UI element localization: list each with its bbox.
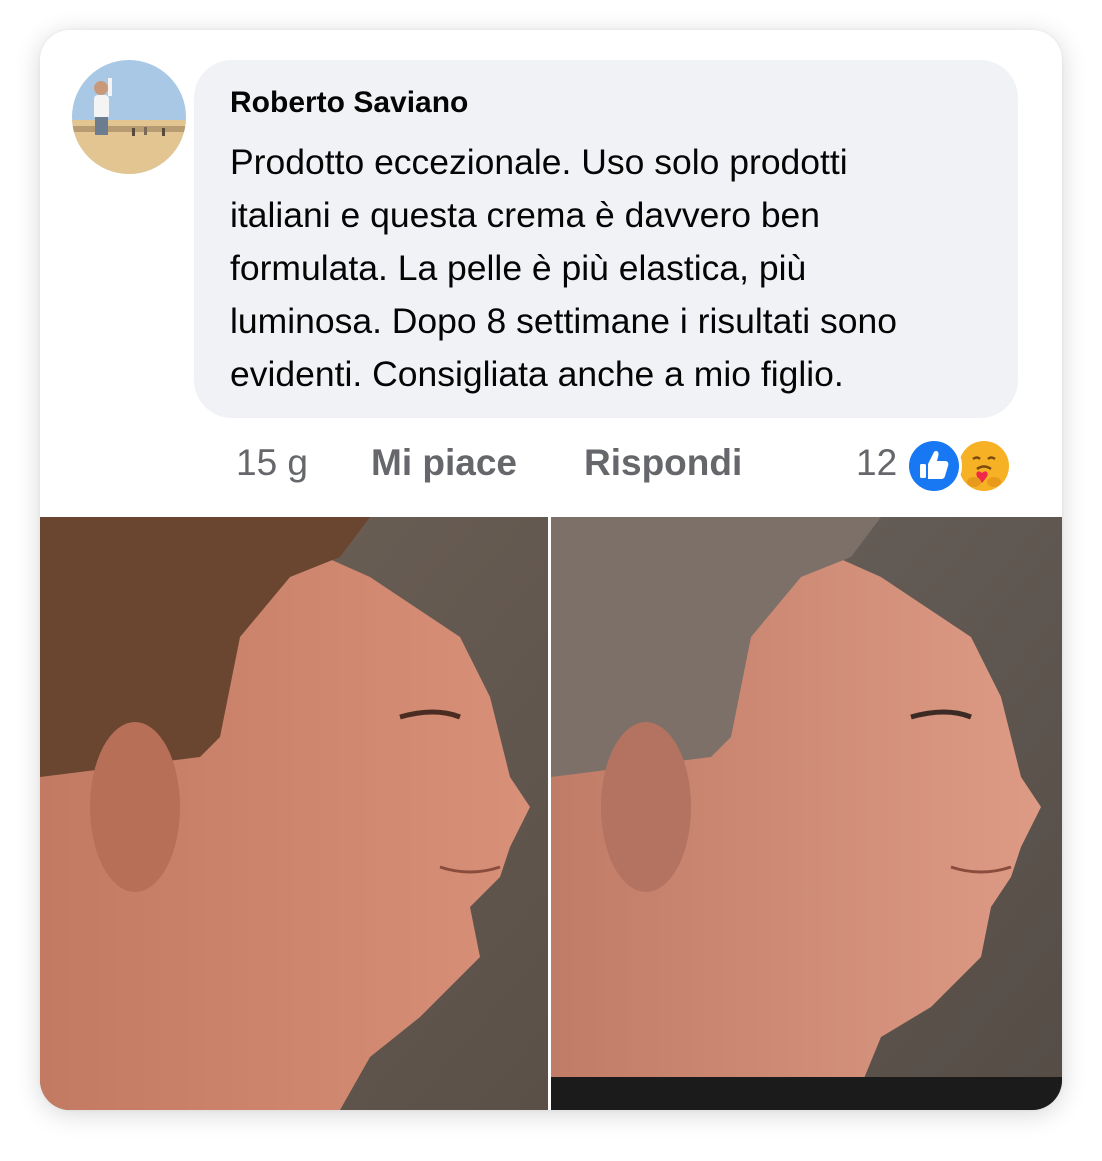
comment-line: luminosa. Dopo 8 settimane i risultati s… [230,301,897,341]
comment-line: formulata. La pelle è più elastica, più [230,248,807,288]
reaction-count[interactable]: 12 [856,442,897,484]
after-photo[interactable] [551,517,1062,1110]
comment-bubble: Roberto Saviano Prodotto eccezionale. Us… [194,60,1018,418]
comment-line: evidenti. Consigliata anche a mio figlio… [230,354,844,394]
comment-card: Roberto Saviano Prodotto eccezionale. Us… [40,30,1062,1110]
comment-text: Prodotto eccezionale. Uso solo prodotti … [230,136,1010,401]
comment-actions: 15 g Mi piace Rispondi 12 [236,436,1016,494]
comment-author[interactable]: Roberto Saviano [230,86,468,120]
like-button[interactable]: Mi piace [371,442,517,484]
avatar[interactable] [72,60,186,174]
avatar-image [72,60,186,174]
thumbs-up-icon[interactable] [906,438,962,494]
reply-button[interactable]: Rispondi [584,442,742,484]
comment-timestamp[interactable]: 15 g [236,442,308,484]
before-photo[interactable] [40,517,551,1110]
comment-line: italiani e questa crema è davvero ben [230,195,821,235]
comment-line: Prodotto eccezionale. Uso solo prodotti [230,142,848,182]
care-emoji-icon[interactable] [956,438,1012,494]
